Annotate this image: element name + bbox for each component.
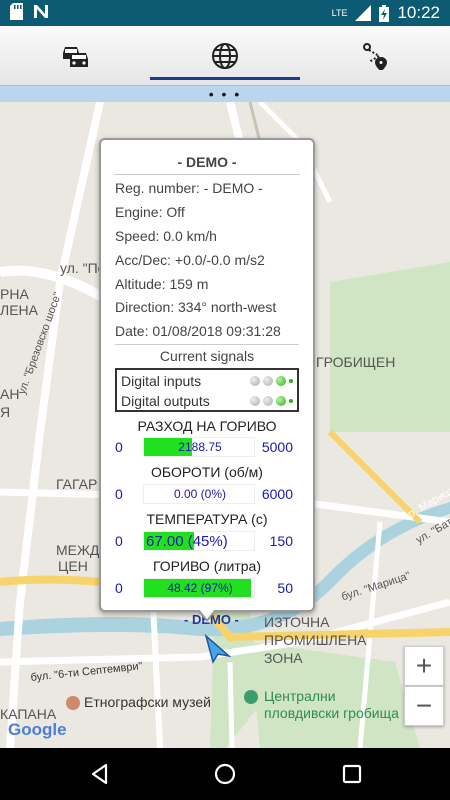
- back-icon[interactable]: [88, 762, 112, 786]
- output-led-indicator: [289, 399, 293, 403]
- recents-icon[interactable]: [340, 762, 364, 786]
- cemetery-pin-icon: [244, 690, 258, 704]
- tab-vehicles[interactable]: [0, 26, 150, 86]
- signal-icon: [355, 5, 372, 21]
- gauge-bar: 2188.75: [143, 437, 255, 457]
- map-label-mezhd: МЕЖД: [56, 542, 100, 558]
- android-nav-bar: [0, 748, 450, 800]
- fuel-consumption-label: РАЗХОД НА ГОРИВО: [137, 418, 277, 434]
- input-led-indicator: [289, 379, 293, 383]
- fuel-level-label: ГОРИВО (литра): [152, 558, 262, 574]
- gauge-max: 5000: [261, 439, 293, 455]
- gauge-min: 0: [115, 486, 123, 502]
- map-label-gagar: ГАГАР: [56, 476, 98, 492]
- current-signals-heading: Current signals: [159, 348, 255, 364]
- popup-title: - DEMO -: [177, 154, 237, 170]
- reg-number-line: Reg. number: - DEMO -: [115, 180, 263, 196]
- popup-pointer-inner: [199, 609, 215, 619]
- more-dots-icon[interactable]: • • •: [209, 86, 241, 102]
- temperature-gauge: 0 67.00 (45%) 150: [101, 531, 313, 551]
- fuel-consumption-gauge: 0 2188.75 5000: [101, 437, 313, 457]
- output-led-1: [250, 396, 260, 406]
- altitude-line: Altitude: 159 m: [115, 276, 209, 292]
- digital-outputs-leds: [250, 396, 293, 406]
- tab-route[interactable]: [300, 26, 450, 86]
- map-label-zona: ЗОНА: [264, 650, 303, 666]
- vehicle-arrow-icon[interactable]: [203, 634, 231, 664]
- direction-line: Direction: 334° north-west: [115, 299, 277, 315]
- battery-charging-icon: [379, 4, 390, 22]
- google-wordmark: Google: [8, 720, 67, 739]
- tab-map[interactable]: [150, 26, 300, 86]
- zoom-out-button[interactable]: −: [404, 686, 444, 726]
- gauge-value: 2188.75: [178, 440, 222, 454]
- google-logo: Google: [8, 720, 67, 740]
- map-label-iztochna: ИЗТОЧНА: [264, 614, 330, 630]
- map-label-tsen: ЦЕН: [58, 558, 88, 574]
- map-label-tsentralni: Централни: [264, 688, 336, 704]
- engine-line: Engine: Off: [115, 204, 185, 220]
- status-bar: LTE 10:22: [0, 0, 450, 26]
- gauge-bar: 0.00 (0%): [143, 484, 255, 504]
- n-icon: [34, 5, 48, 18]
- popup-title-divider: [114, 174, 300, 175]
- gauge-max: 150: [269, 533, 293, 549]
- rpm-gauge: 0 0.00 (0%) 6000: [101, 484, 313, 504]
- date-line: Date: 01/08/2018 09:31:28: [115, 323, 281, 339]
- input-led-2: [263, 376, 273, 386]
- popup-divider: [115, 344, 299, 345]
- gauge-min: 0: [115, 439, 123, 455]
- map-label-ya: Я: [0, 404, 11, 420]
- museum-pin-icon: [66, 696, 80, 710]
- speed-line: Speed: 0.0 km/h: [115, 228, 217, 244]
- signals-box: Digital inputs Digital outputs: [115, 368, 299, 412]
- route-icon: [363, 43, 388, 70]
- tab-bar: [0, 26, 450, 86]
- input-led-1: [250, 376, 260, 386]
- acc-dec-line: Acc/Dec: +0.0/-0.0 m/s2: [115, 252, 265, 268]
- map-label-lena: ЛЕНА: [0, 302, 38, 318]
- map-label-an: АН: [0, 386, 20, 402]
- gauge-bar: 67.00 (45%): [143, 531, 255, 551]
- map-label-rna: РНА: [0, 286, 29, 302]
- map-label-grobishchen: ГРОБИЩЕН: [316, 354, 396, 370]
- gauge-value: 67.00 (45%): [146, 533, 228, 550]
- gauge-min: 0: [115, 533, 123, 549]
- map-label-promishlena: ПРОМИШЛЕНА: [264, 632, 367, 648]
- digital-inputs-label: Digital inputs: [121, 373, 202, 389]
- fuel-level-gauge: 0 48.42 (97%) 50: [101, 578, 313, 598]
- output-led-2: [263, 396, 273, 406]
- gauge-value: 0.00 (0%): [173, 487, 227, 501]
- zoom-in-button[interactable]: +: [404, 646, 444, 686]
- input-led-3: [276, 376, 286, 386]
- temperature-label: ТЕМПЕРАТУРА (с): [146, 511, 268, 527]
- gauge-value: 48.42 (97%): [167, 581, 233, 595]
- globe-icon: [212, 43, 238, 69]
- gauge-min: 0: [115, 580, 123, 596]
- sd-card-icon: [10, 3, 23, 20]
- gauge-bar: 48.42 (97%): [143, 578, 255, 598]
- map-label-etnografski-muzei: Етнографски музей: [84, 694, 211, 710]
- vehicle-info-popup: - DEMO - Reg. number: - DEMO - Engine: O…: [99, 138, 315, 612]
- digital-inputs-leds: [250, 376, 293, 386]
- overflow-menu-strip[interactable]: • • •: [0, 86, 450, 102]
- home-icon[interactable]: [213, 762, 237, 786]
- gauge-max: 50: [277, 580, 293, 596]
- output-led-3: [276, 396, 286, 406]
- network-type-label: LTE: [331, 8, 348, 18]
- rpm-label: ОБОРОТИ (об/м): [151, 464, 263, 480]
- digital-outputs-label: Digital outputs: [121, 393, 210, 409]
- map-label-plovdivski-grobishta: пловдивски гробища: [264, 705, 399, 721]
- cars-icon: [63, 47, 88, 67]
- clock: 10:22: [397, 3, 440, 22]
- gauge-max: 6000: [261, 486, 293, 502]
